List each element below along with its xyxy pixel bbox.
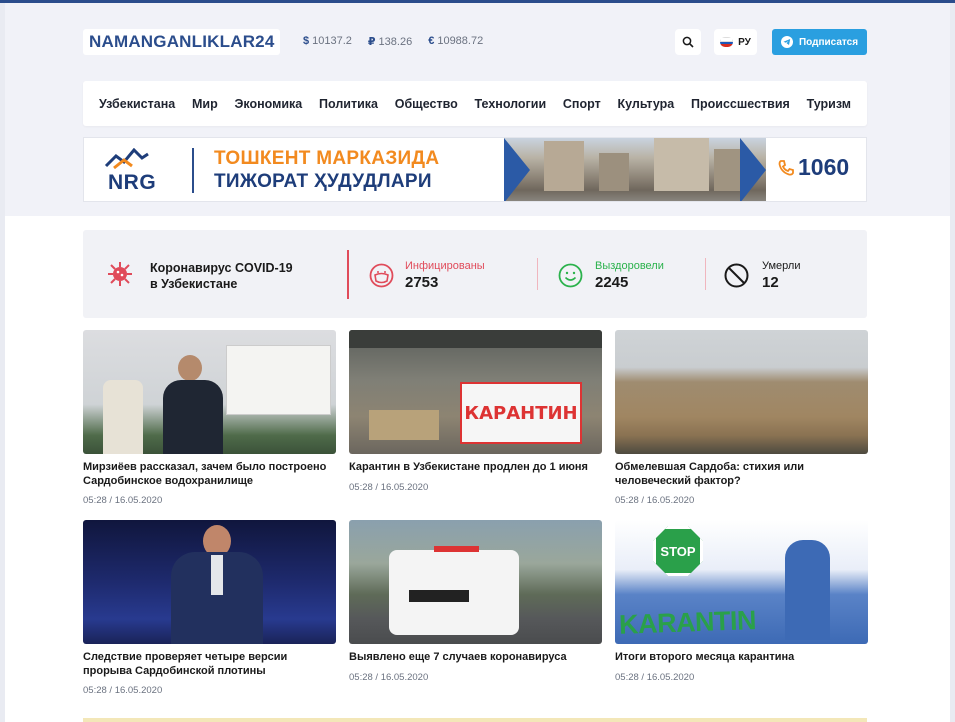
banner-headline-1: ТОШКЕНТ МАРКАЗИДА [214, 148, 440, 169]
banner-brand: NRG [108, 171, 157, 194]
news-date: 05:28 / 16.05.2020 [615, 671, 695, 683]
news-date: 05:28 / 16.05.2020 [83, 495, 163, 506]
covid-title: Коронавирус COVID-19 в Узбекистане [150, 261, 293, 291]
banner-chevron-right [740, 138, 766, 201]
banner-chevron-left [504, 138, 530, 201]
banner-divider [192, 148, 194, 193]
news-title[interactable]: Следствие проверяет четыре версии прорыв… [83, 651, 336, 678]
nav-item-sport[interactable]: Спорт [563, 97, 601, 111]
page-edge-left [0, 3, 5, 722]
subscribe-label: Подписатся [798, 36, 859, 48]
site-logo[interactable]: NAMANGANLIKLAR24 [83, 29, 281, 55]
stop-sign: STOP [653, 526, 703, 576]
news-title[interactable]: Карантин в Узбекистане продлен до 1 июня [349, 461, 602, 475]
search-button[interactable] [675, 29, 701, 55]
news-image[interactable] [615, 330, 868, 454]
nav-item-culture[interactable]: Культура [617, 97, 674, 111]
prohibited-icon [724, 263, 749, 288]
nav-item-society[interactable]: Общество [395, 97, 458, 111]
stat-deaths: Умерли 12 [762, 260, 801, 291]
news-card[interactable]: Следствие проверяет четыре версии прорыв… [83, 520, 336, 696]
banner-photo [504, 138, 766, 201]
nav-item-politics[interactable]: Политика [319, 97, 378, 111]
news-image[interactable]: STOP KARANTIN [615, 520, 868, 644]
nav-item-incidents[interactable]: Происсшествия [691, 97, 790, 111]
banner-phone: 1060 [777, 154, 849, 181]
karantin-text: KARANTIN [618, 604, 757, 640]
advertisement-banner[interactable]: NRG ТОШКЕНТ МАРКАЗИДА ТИЖОРАТ ҲУДУДЛАРИ … [83, 137, 867, 202]
rate-usd: $10137.2 [303, 35, 352, 47]
news-title[interactable]: Мирзиёев рассказал, зачем было построено… [83, 461, 336, 488]
news-image[interactable]: КАРАНТИН [349, 330, 602, 454]
news-title[interactable]: Обмелевшая Сардоба: стихия или человечес… [615, 461, 868, 488]
nav-item-uzbekistan[interactable]: Узбекистана [99, 97, 175, 111]
news-card[interactable]: Мирзиёев рассказал, зачем было построено… [83, 330, 336, 506]
news-card[interactable]: Выявлено еще 7 случаев коронавируса 05:2… [349, 520, 602, 683]
search-icon [682, 36, 694, 48]
news-image[interactable] [83, 330, 336, 454]
phone-icon [778, 159, 794, 175]
quarantine-sign: КАРАНТИН [460, 382, 582, 444]
smile-face-icon [558, 263, 583, 288]
stat-recovered: Выздоровели 2245 [595, 260, 664, 291]
news-card[interactable]: STOP KARANTIN Итоги второго месяца каран… [615, 520, 868, 683]
news-card[interactable]: Обмелевшая Сардоба: стихия или человечес… [615, 330, 868, 506]
mask-face-icon [369, 263, 394, 288]
rate-rub: ₽138.26 [367, 36, 413, 48]
news-date: 05:28 / 16.05.2020 [349, 671, 429, 683]
page-edge-right [950, 3, 955, 722]
nav-item-world[interactable]: Мир [192, 97, 218, 111]
telegram-icon [780, 36, 793, 48]
stat-separator [705, 258, 706, 290]
news-image[interactable] [349, 520, 602, 644]
russia-flag-icon [720, 37, 734, 47]
currency-rates: $10137.2 ₽138.26 €10988.72 [303, 35, 483, 48]
main-navigation: Узбекистана Мир Экономика Политика Общес… [83, 81, 867, 126]
subscribe-button[interactable]: Подписатся [772, 29, 867, 55]
news-image[interactable] [83, 520, 336, 644]
virus-icon [108, 262, 132, 286]
news-card[interactable]: КАРАНТИН Карантин в Узбекистане продлен … [349, 330, 602, 493]
news-title[interactable]: Итоги второго месяца карантина [615, 651, 868, 665]
stat-infected: Инфицированы 2753 [405, 260, 485, 291]
nav-item-technology[interactable]: Технологии [475, 97, 547, 111]
nav-item-tourism[interactable]: Туризм [807, 97, 851, 111]
news-date: 05:28 / 16.05.2020 [615, 495, 695, 506]
language-switcher[interactable]: РУ [714, 29, 757, 55]
news-title[interactable]: Выявлено еще 7 случаев коронавируса [349, 651, 602, 665]
banner-headline-2: ТИЖОРАТ ҲУДУДЛАРИ [214, 171, 432, 192]
rate-eur: €10988.72 [428, 35, 484, 47]
stat-separator [537, 258, 538, 290]
nav-item-economy[interactable]: Экономика [234, 97, 302, 111]
news-date: 05:28 / 16.05.2020 [349, 481, 429, 493]
section-divider [83, 718, 867, 722]
covid-divider [347, 250, 349, 299]
news-date: 05:28 / 16.05.2020 [83, 685, 163, 696]
covid-stats-panel: Коронавирус COVID-19 в Узбекистане Инфиц… [83, 230, 867, 318]
language-label: РУ [738, 36, 751, 48]
